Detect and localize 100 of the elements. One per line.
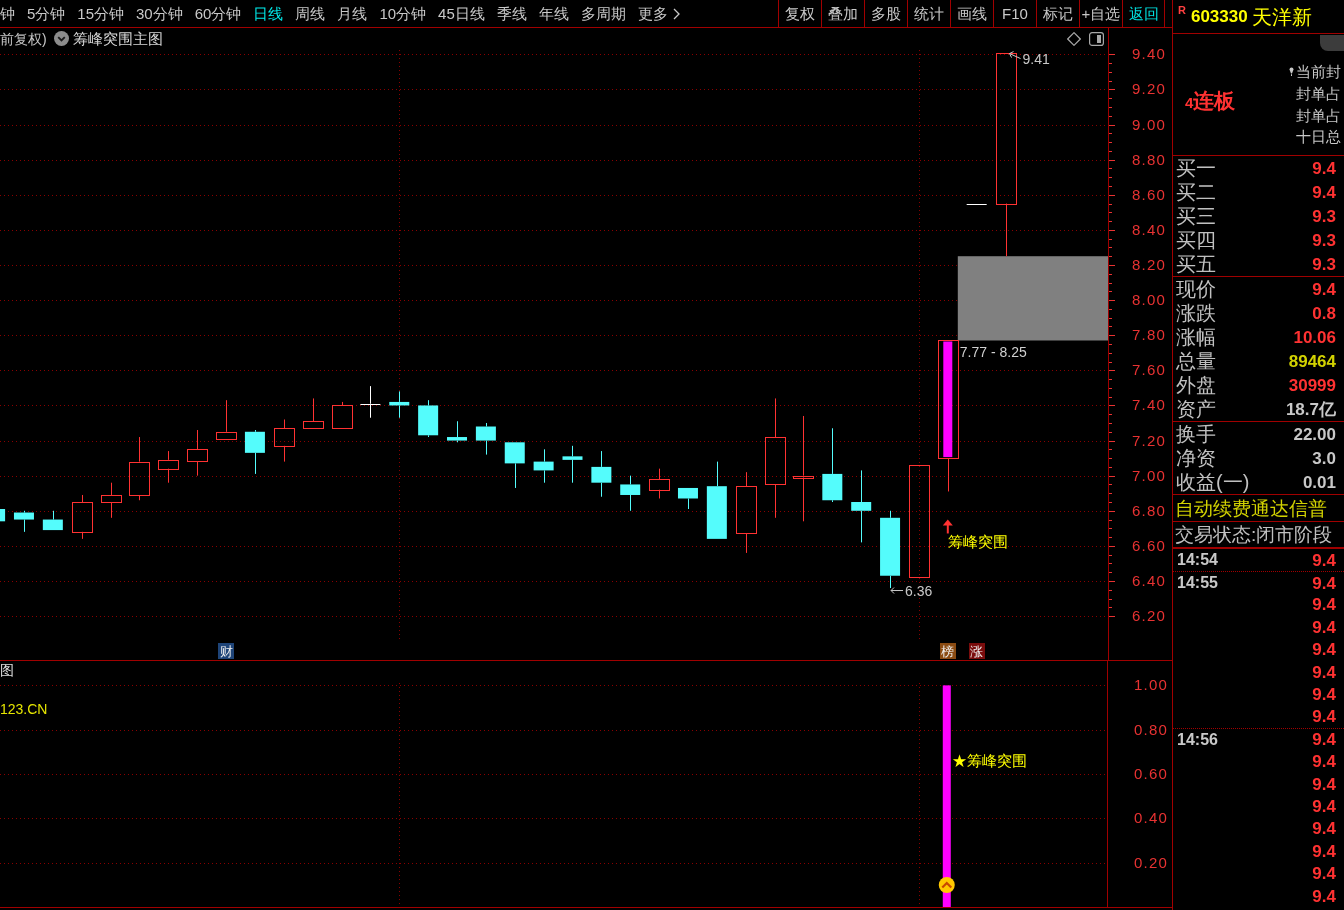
price-scale-label: 7.20	[1132, 431, 1166, 449]
formula-name: 筹峰突围主图	[72, 31, 163, 46]
period-tab[interactable]: 日线	[253, 6, 284, 21]
period-tab[interactable]: 季线	[496, 6, 527, 21]
chevron-down-icon[interactable]	[53, 31, 69, 46]
stock-code: 603330	[1190, 8, 1248, 25]
chevron-right-icon	[672, 7, 680, 20]
period-tab[interactable]: 10分钟	[379, 6, 427, 21]
axis-label: 1.00	[1134, 676, 1168, 694]
field-label: 资产	[1175, 399, 1216, 419]
axis-label: 0.20	[1134, 853, 1168, 871]
tick-price: 9.4	[1312, 596, 1337, 614]
axis-label: 0.60	[1134, 765, 1168, 783]
axis-label: 0.80	[1134, 720, 1168, 738]
toolbar-button[interactable]: 画线	[950, 0, 993, 27]
field-value: 18.7亿	[1285, 400, 1337, 418]
chart-badge: 财	[218, 643, 235, 659]
price-scale-label: 7.00	[1132, 466, 1166, 484]
period-tab[interactable]: 15分钟	[77, 6, 125, 21]
toolbar-button[interactable]: F10	[993, 0, 1036, 27]
arrow-icon	[890, 587, 904, 594]
tick-price: 9.4	[1312, 574, 1337, 592]
tick-price: 9.4	[1312, 731, 1337, 749]
tick-price: 9.4	[1312, 842, 1337, 860]
handle-icon[interactable]	[1320, 35, 1344, 51]
tick-price: 9.4	[1312, 618, 1337, 636]
toolbar-button[interactable]: 多股	[864, 0, 907, 27]
tick-price: 9.4	[1312, 708, 1337, 726]
tick-time: 14:56	[1176, 731, 1218, 748]
field-label: 总量	[1175, 351, 1216, 371]
price-scale-label: 6.60	[1132, 536, 1166, 554]
field-label: 买三	[1175, 206, 1216, 226]
period-tab[interactable]: 钟	[0, 6, 15, 21]
price-scale-label: 9.00	[1132, 115, 1166, 133]
trade-status: 交易状态:闭市阶段	[1175, 525, 1333, 544]
panel-toggle-icon[interactable]	[1089, 31, 1104, 46]
field-value: 9.4	[1312, 280, 1337, 298]
price-scale-label: 9.40	[1132, 45, 1166, 63]
stock-name: 天洋新	[1251, 6, 1312, 27]
field-value: 9.3	[1312, 207, 1337, 225]
notice-text: 自动续费通达信普	[1175, 498, 1327, 518]
field-label: 买一	[1175, 158, 1216, 178]
field-label: 现价	[1175, 279, 1216, 299]
field-label: 买四	[1175, 230, 1216, 250]
period-tab[interactable]: 60分钟	[194, 6, 242, 21]
price-scale-label: 7.60	[1132, 361, 1166, 379]
field-label: 涨幅	[1175, 327, 1216, 347]
tick-price: 9.4	[1312, 820, 1337, 838]
limit-up-streak: 4连板	[1185, 90, 1236, 111]
seal-stat-label: 当前封	[1296, 64, 1341, 80]
toolbar-button[interactable]: 标记	[1036, 0, 1079, 27]
tick-price: 9.4	[1312, 551, 1337, 569]
period-tab[interactable]: 5分钟	[27, 6, 66, 21]
toolbar-button[interactable]: 叠加	[821, 0, 864, 27]
price-scale-label: 6.80	[1132, 501, 1166, 519]
tick-price: 9.4	[1312, 865, 1337, 883]
adjustment-label: 前复权)	[0, 31, 47, 46]
field-label: 买二	[1175, 182, 1216, 202]
price-scale-label: 8.60	[1132, 185, 1166, 203]
period-tab[interactable]: 45日线	[438, 6, 485, 21]
field-value: 0.8	[1312, 304, 1337, 322]
field-value: 9.4	[1312, 159, 1337, 177]
price-scale-label: 6.20	[1132, 607, 1166, 625]
source-label: 123.CN	[0, 702, 48, 716]
tick-price: 9.4	[1312, 753, 1337, 771]
price-scale-label: 7.80	[1132, 326, 1166, 344]
tick-time: 14:54	[1176, 552, 1218, 569]
field-value: 9.4	[1312, 183, 1337, 201]
market-tag: R	[1178, 5, 1186, 16]
field-label: 外盘	[1175, 375, 1216, 395]
panel-title: 图	[0, 663, 14, 677]
field-value: 9.3	[1312, 255, 1337, 273]
price-scale-label: 8.40	[1132, 220, 1166, 238]
toolbar-button[interactable]: 复权	[778, 0, 821, 27]
price-scale-label: 8.00	[1132, 291, 1166, 309]
period-tab[interactable]: 年线	[538, 6, 569, 21]
toolbar-button[interactable]: 返回	[1122, 0, 1165, 27]
tick-time: 14:55	[1176, 575, 1218, 592]
diamond-icon[interactable]	[1067, 31, 1081, 46]
tick-price: 9.4	[1312, 887, 1337, 905]
price-scale-label: 6.40	[1132, 572, 1166, 589]
field-value: 30999	[1288, 376, 1337, 394]
field-value: 0.01	[1302, 473, 1337, 491]
price-scale-label: 8.80	[1132, 150, 1166, 168]
toolbar-button[interactable]: +自选	[1079, 0, 1122, 27]
tick-price: 9.4	[1312, 686, 1337, 704]
signal-label: ★筹峰突围	[951, 752, 1027, 769]
field-value: 3.0	[1312, 449, 1337, 467]
period-tab[interactable]: 更多	[637, 6, 680, 21]
period-tab[interactable]: 月线	[337, 6, 368, 21]
field-value: 10.06	[1293, 328, 1337, 346]
pin-icon	[1289, 67, 1294, 77]
tick-price: 9.4	[1312, 775, 1337, 793]
seal-stat-label: 封单占	[1296, 107, 1341, 123]
price-label: 9.41	[1022, 50, 1050, 67]
period-tab[interactable]: 30分钟	[136, 6, 183, 21]
price-scale-label: 8.20	[1132, 256, 1166, 273]
toolbar-button[interactable]: 统计	[907, 0, 950, 27]
period-tab[interactable]: 多周期	[580, 6, 626, 21]
period-tab[interactable]: 周线	[295, 6, 326, 21]
